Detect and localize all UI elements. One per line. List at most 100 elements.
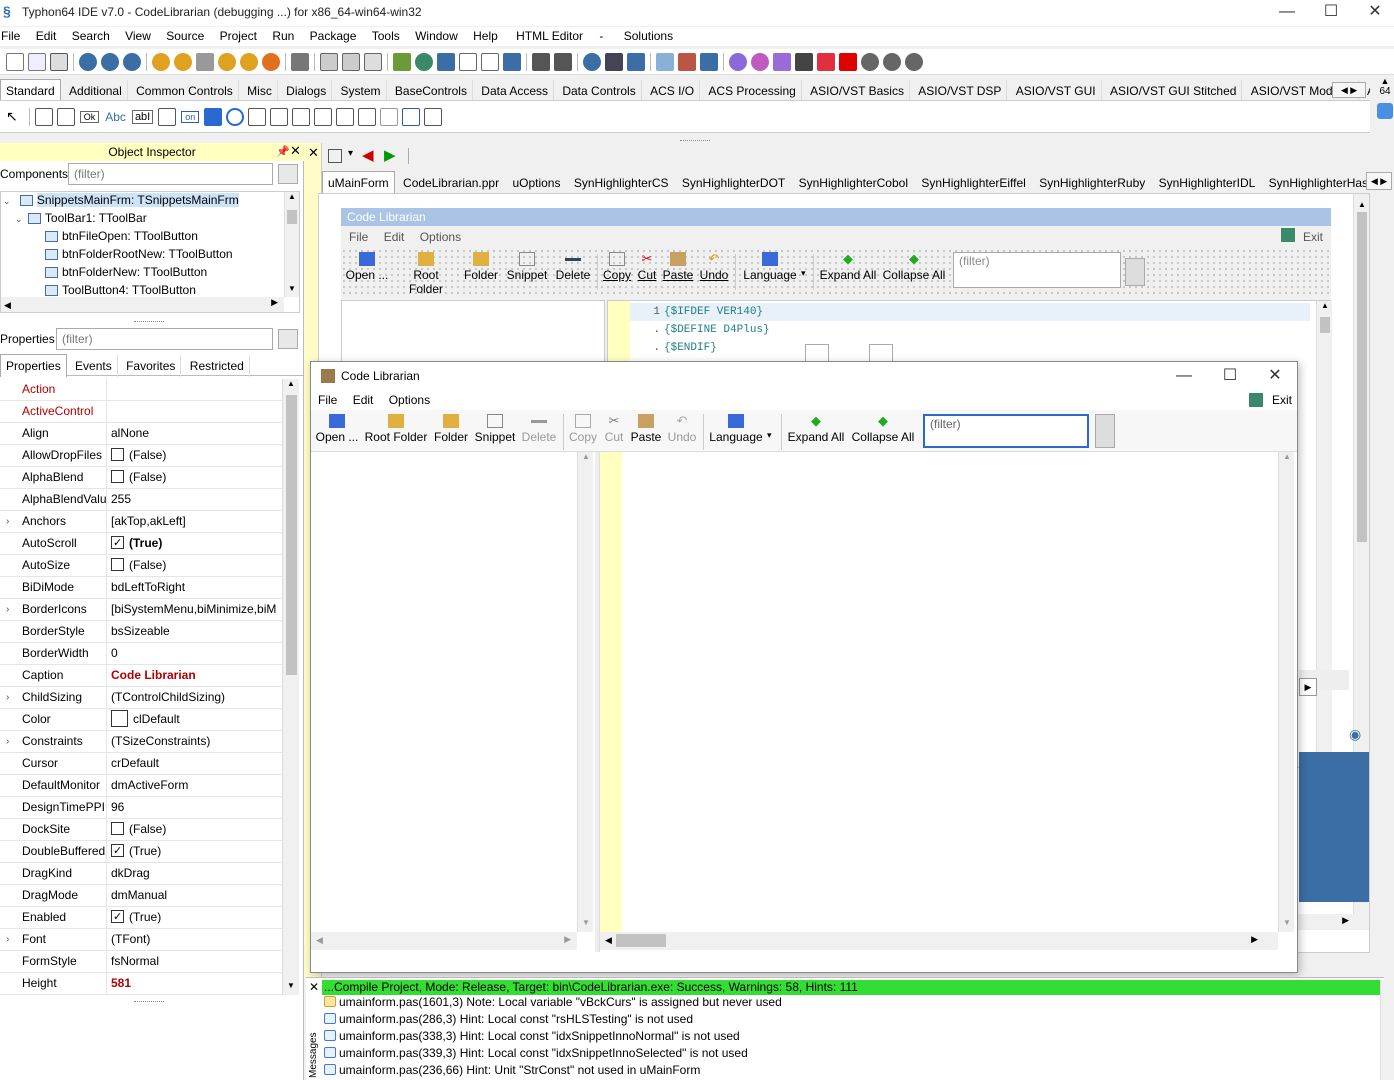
tab-common-controls[interactable]: Common Controls <box>131 80 239 100</box>
tradiogroup-icon[interactable] <box>336 107 355 126</box>
property-row[interactable]: BorderStyle bsSizeable <box>0 621 282 643</box>
tab-additional[interactable]: Additional <box>64 80 128 100</box>
property-vscroll-thumb[interactable] <box>286 395 297 675</box>
arrow-down-icon[interactable] <box>1377 103 1393 119</box>
gear-icon[interactable] <box>729 52 747 71</box>
tpanel-icon[interactable] <box>380 107 399 126</box>
menu-project[interactable]: Project <box>215 27 264 46</box>
find-in-files-icon[interactable] <box>123 52 141 71</box>
layout-icon[interactable] <box>656 52 674 71</box>
find-icon[interactable] <box>79 52 97 71</box>
close-icon[interactable]: ✕ <box>309 980 319 994</box>
tree-hscroll[interactable]: ◀ ▶ <box>311 932 577 950</box>
compile-icon[interactable] <box>605 52 623 71</box>
designer-collapse-all-button[interactable]: ◆ Collapse All <box>881 252 947 283</box>
app-folder-button[interactable]: Folder <box>431 414 471 444</box>
find-replace-icon[interactable] <box>101 52 119 71</box>
property-row[interactable]: › Anchors [akTop,akLeft] <box>0 511 282 533</box>
diff-icon[interactable] <box>503 52 521 71</box>
eye-icon[interactable]: ◉ <box>1349 726 1361 743</box>
property-value[interactable]: bdLeftToRight <box>111 577 282 598</box>
toggle-icon[interactable] <box>262 52 280 71</box>
property-value[interactable]: (False) <box>111 467 282 488</box>
designer-copy-button[interactable]: Copy <box>601 252 633 282</box>
property-row[interactable]: Align alNone <box>0 423 282 445</box>
save-all-icon[interactable] <box>342 52 360 71</box>
property-row[interactable]: AlphaBlendValu 255 <box>0 489 282 511</box>
property-value[interactable]: 255 <box>111 489 282 510</box>
tradiobutton-icon[interactable] <box>226 107 245 126</box>
build-mode-icon[interactable] <box>583 52 601 71</box>
remove-from-project-icon[interactable] <box>459 52 477 71</box>
property-value[interactable]: clDefault <box>111 709 282 730</box>
property-row[interactable]: › Constraints (TSizeConstraints) <box>0 731 282 753</box>
ttogglebox-icon[interactable]: on <box>181 110 200 123</box>
message-line[interactable]: umainform.pas(338,3) Hint: Local const "… <box>324 1028 740 1045</box>
project-options-icon[interactable] <box>481 52 499 71</box>
tree-vscroll-thumb[interactable] <box>287 210 297 224</box>
menu-file[interactable]: File <box>0 27 27 46</box>
run-icon[interactable] <box>773 52 791 71</box>
property-row[interactable]: Caption Code Librarian <box>0 665 282 687</box>
message-line[interactable]: umainform.pas(286,3) Hint: Local const "… <box>324 1011 693 1028</box>
tab-umainform[interactable]: uMainForm <box>322 171 395 193</box>
tab-system[interactable]: System <box>336 80 387 100</box>
tactionlist-icon[interactable] <box>424 107 443 126</box>
property-value[interactable]: (True) <box>111 907 282 928</box>
close-icon[interactable]: ✕ <box>290 143 301 159</box>
search-again-icon[interactable] <box>554 52 572 71</box>
checkbox-icon[interactable] <box>111 470 124 483</box>
exit-icon[interactable] <box>1249 393 1263 407</box>
tpopupmenu-icon[interactable] <box>56 107 75 126</box>
tab-acs-io[interactable]: ACS I/O <box>645 80 701 100</box>
property-value[interactable]: (TSizeConstraints) <box>111 731 282 752</box>
app-menu-edit[interactable]: Edit <box>353 393 374 407</box>
property-value[interactable]: bsSizeable <box>111 621 282 642</box>
app-close-button[interactable]: ✕ <box>1252 364 1298 390</box>
property-row[interactable]: Color clDefault <box>0 709 282 731</box>
play-button[interactable]: ▶ <box>1299 678 1317 696</box>
gears-icon[interactable] <box>751 52 769 71</box>
close-file-icon[interactable] <box>364 52 382 71</box>
designer-open-button[interactable]: Open ... <box>345 252 389 282</box>
property-row[interactable]: DragKind dkDrag <box>0 863 282 885</box>
splitter-grip[interactable] <box>134 1001 164 1002</box>
tab-asio-vst-gui[interactable]: ASIO/VST GUI <box>1011 80 1102 100</box>
filter-clear-icon[interactable] <box>1125 258 1145 286</box>
globe-icon[interactable] <box>415 52 433 71</box>
designer-language-button[interactable]: Language <box>739 252 801 282</box>
tedit-icon[interactable]: abI <box>131 109 154 124</box>
palette-side-panel[interactable]: ▲ 64 <box>1376 76 1394 126</box>
maximize-button[interactable]: ☐ <box>1308 0 1354 26</box>
menu-run[interactable]: Run <box>267 27 301 46</box>
filter-clear-icon[interactable] <box>278 164 298 184</box>
expand-icon[interactable]: › <box>6 599 9 620</box>
checkbox-icon[interactable] <box>111 558 124 571</box>
run-parameters-icon[interactable] <box>795 52 813 71</box>
property-row[interactable]: DragMode dmManual <box>0 885 282 907</box>
designer-cut-button[interactable]: ✂ Cut <box>635 252 659 283</box>
tree-vscroll[interactable]: ▲ ▼ <box>577 452 593 932</box>
tree-item-root[interactable]: ⌄ SnippetsMainFrm: TSnippetsMainFrm <box>3 191 283 209</box>
menu-window[interactable]: Window <box>410 27 465 46</box>
app-copy-button[interactable]: Copy <box>567 414 599 444</box>
property-row[interactable]: BiDiMode bdLeftToRight <box>0 577 282 599</box>
tab-synhighlighteridl[interactable]: SynHighlighterIDL <box>1154 172 1261 193</box>
property-value[interactable]: Code Librarian <box>111 665 282 686</box>
menu-html-editor[interactable]: HTML Editor <box>508 27 590 46</box>
tab-misc[interactable]: Misc <box>242 80 278 100</box>
close-icon[interactable]: ✕ <box>308 145 319 161</box>
property-value[interactable]: [akTop,akLeft] <box>111 511 282 532</box>
property-row[interactable]: Cursor crDefault <box>0 753 282 775</box>
tab-asio-vst-gui-stitched[interactable]: ASIO/VST GUI Stitched <box>1105 80 1243 100</box>
components-filter-input[interactable]: (filter) <box>68 163 273 185</box>
new-form-icon[interactable] <box>28 52 46 71</box>
property-row[interactable]: AllowDropFiles (False) <box>0 445 282 467</box>
property-row[interactable]: AutoSize (False) <box>0 555 282 577</box>
app-filter-input[interactable]: (filter) <box>923 414 1089 448</box>
expand-icon[interactable]: › <box>6 731 9 752</box>
add-to-project-icon[interactable] <box>437 52 455 71</box>
tscrollbar-icon[interactable] <box>292 107 311 126</box>
view-units-icon[interactable] <box>196 52 214 71</box>
expand-icon[interactable]: › <box>6 929 9 950</box>
